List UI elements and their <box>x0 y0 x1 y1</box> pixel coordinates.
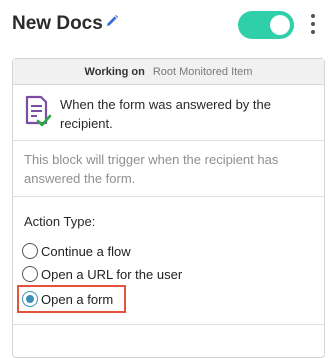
trigger-text: When the form was answered by the recipi… <box>60 97 271 131</box>
radio-button[interactable] <box>22 266 38 282</box>
radio-button[interactable] <box>22 243 38 259</box>
trigger-description: This block will trigger when the recipie… <box>24 152 279 186</box>
radio-label[interactable]: Continue a flow <box>41 244 131 259</box>
radio-option-open-url[interactable]: Open a URL for the user <box>22 264 182 284</box>
radio-label[interactable]: Open a URL for the user <box>41 267 182 282</box>
toggle-knob <box>270 15 290 35</box>
trigger-row: When the form was answered by the recipi… <box>13 86 324 141</box>
header: New Docs <box>0 0 336 50</box>
page-title: New Docs <box>12 13 103 34</box>
highlight-box <box>17 285 126 313</box>
kebab-menu-icon[interactable] <box>307 11 319 37</box>
working-on-value[interactable]: Root Monitored Item <box>153 66 253 78</box>
working-on-label: Working on <box>84 65 145 78</box>
divider <box>13 196 324 197</box>
enable-toggle[interactable] <box>238 11 294 39</box>
working-on-bar: Working on Root Monitored Item <box>13 59 324 85</box>
form-check-icon <box>25 95 52 127</box>
pencil-icon[interactable] <box>105 14 119 28</box>
action-type-label: Action Type: <box>24 214 96 229</box>
divider <box>13 324 324 325</box>
action-card: Working on Root Monitored Item When the … <box>12 58 325 358</box>
radio-option-continue-flow[interactable]: Continue a flow <box>22 241 131 261</box>
